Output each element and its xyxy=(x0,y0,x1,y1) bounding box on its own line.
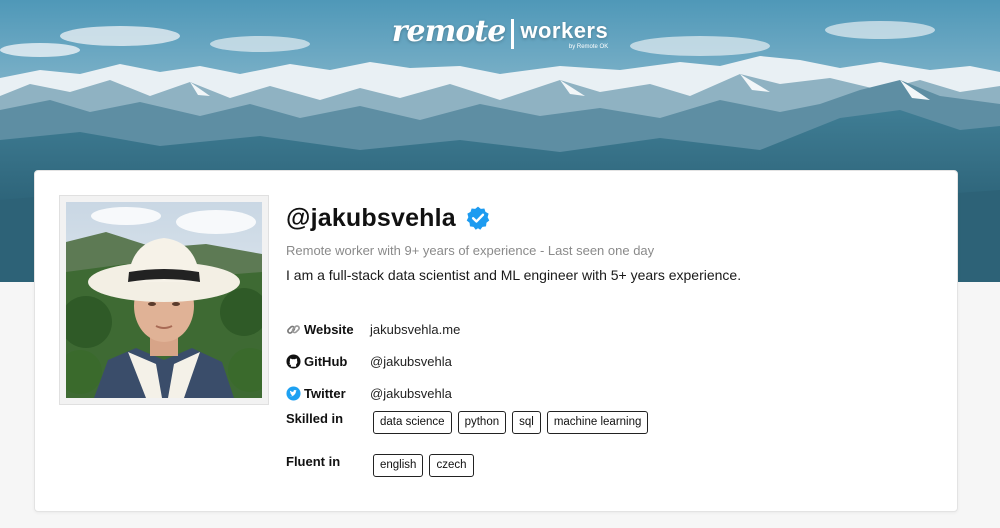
profile-card: @jakubsvehla Remote worker with 9+ years… xyxy=(34,170,958,512)
link-row-website: Website jakubsvehla.me xyxy=(286,313,460,345)
skill-tag[interactable]: data science xyxy=(373,411,452,434)
twitter-icon xyxy=(286,385,301,401)
verified-badge-icon xyxy=(466,206,490,230)
profile-bio: I am a full-stack data scientist and ML … xyxy=(286,267,742,283)
github-icon xyxy=(286,353,301,369)
skill-tag[interactable]: sql xyxy=(512,411,541,434)
link-icon xyxy=(287,324,300,334)
skills-tags: data science python sql machine learning xyxy=(373,411,649,434)
language-tag[interactable]: czech xyxy=(429,454,474,477)
profile-subtitle: Remote worker with 9+ years of experienc… xyxy=(286,243,655,258)
skill-tag[interactable]: python xyxy=(457,411,507,434)
github-link[interactable]: @jakubsvehla xyxy=(370,354,452,369)
logo-divider xyxy=(511,19,515,49)
logo-byline: by Remote OK xyxy=(568,44,609,50)
skills-row: Skilled in data science python sql machi… xyxy=(286,411,649,434)
github-label: GitHub xyxy=(304,353,348,369)
link-row-twitter: Twitter @jakubsvehla xyxy=(286,377,460,409)
link-row-github: GitHub @jakubsvehla xyxy=(286,345,460,377)
site-logo[interactable]: remote workers by Remote OK xyxy=(0,12,1000,52)
profile-photo xyxy=(66,202,262,398)
twitter-label: Twitter xyxy=(304,385,346,401)
languages-tags: english czech xyxy=(373,454,474,477)
profile-links: Website jakubsvehla.me GitHub @jakubsveh… xyxy=(286,313,460,409)
handle-row: @jakubsvehla xyxy=(286,201,926,235)
skills-label: Skilled in xyxy=(286,411,344,426)
avatar xyxy=(59,195,269,405)
profile-info: @jakubsvehla Remote worker with 9+ years… xyxy=(286,201,926,284)
languages-row: Fluent in english czech xyxy=(286,454,474,477)
profile-handle: @jakubsvehla xyxy=(286,203,456,232)
twitter-link[interactable]: @jakubsvehla xyxy=(370,386,452,401)
language-tag[interactable]: english xyxy=(373,454,424,477)
languages-label: Fluent in xyxy=(286,454,341,469)
logo-workers-text: workers xyxy=(520,18,609,43)
skill-tag[interactable]: machine learning xyxy=(546,411,649,434)
website-label: Website xyxy=(304,321,354,337)
logo-remote-text: remote xyxy=(391,14,507,49)
website-link[interactable]: jakubsvehla.me xyxy=(370,322,460,337)
